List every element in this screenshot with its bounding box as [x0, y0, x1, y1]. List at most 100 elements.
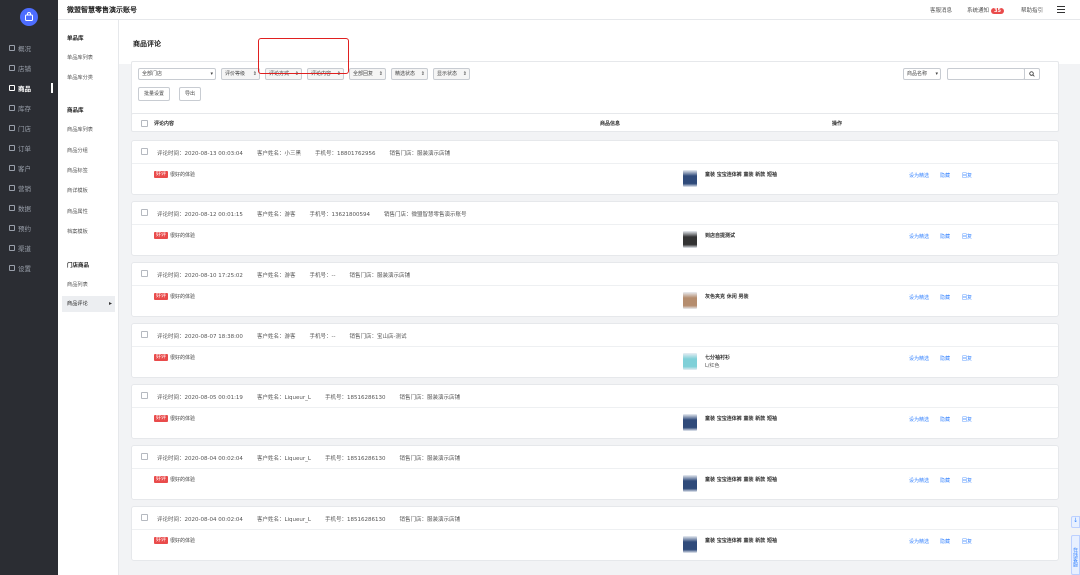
reply-select[interactable]: 全部回复 ⇕ [349, 68, 386, 80]
review-time: 评论时间：2020-08-05 00:01:19 [157, 395, 243, 401]
nav-item-marketing[interactable]: 营销 [0, 181, 58, 195]
product-thumbnail[interactable] [683, 292, 697, 309]
review-store-value: 服装演示店铺 [427, 456, 461, 462]
review-phone-value: 18516286130 [346, 456, 386, 462]
batch-settings-button[interactable]: 批量设置 [138, 87, 171, 101]
reply-button[interactable]: 回复 [962, 172, 972, 179]
nav-item-shop[interactable]: 门店 [0, 121, 58, 135]
system-notice-link[interactable]: 系统通知 35 [967, 6, 1004, 14]
subnav-item-goods-tag[interactable]: 商品标签 [67, 167, 88, 174]
nav-item-customer[interactable]: 客户 [0, 161, 58, 175]
subnav-item-single-list[interactable]: 单品库列表 [67, 54, 93, 61]
review-store: 销售门店：服装演示店铺 [399, 456, 460, 462]
product-name[interactable]: 童装 宝宝连体裤 童装 新款 短袖 [705, 476, 777, 483]
nav-item-order[interactable]: 订单 [0, 141, 58, 155]
sub-nav: 单品库 单品库列表 单品库分类 商品库 商品库列表 商品分组 商品标签 商详模板… [58, 20, 119, 575]
set-featured-button[interactable]: 设为精选 [909, 538, 929, 545]
review-store-label: 销售门店： [399, 517, 427, 523]
subnav-item-store-goods-list[interactable]: 商品列表 [67, 281, 88, 288]
review-time-label: 评论时间： [157, 334, 185, 340]
nav-item-data[interactable]: 数据 [0, 201, 58, 215]
subnav-item-archive-template[interactable]: 档案模板 [67, 228, 88, 235]
rating-select[interactable]: 评价等级 ⇕ [221, 68, 260, 80]
search-input[interactable] [947, 68, 1025, 80]
reply-button[interactable]: 回复 [962, 294, 972, 301]
subnav-item-goods-group[interactable]: 商品分组 [67, 147, 88, 154]
set-featured-button[interactable]: 设为精选 [909, 233, 929, 240]
nav-item-channel[interactable]: 渠道 [0, 241, 58, 255]
product-name[interactable]: 七分袖衬衫 [705, 354, 730, 361]
help-guide-link[interactable]: 帮助指引 [1021, 6, 1043, 14]
subnav-group-single: 单品库 [67, 36, 84, 42]
hamburger-menu-icon[interactable] [1057, 6, 1065, 13]
nav-item-overview[interactable]: 概况 [0, 41, 58, 55]
download-float-button[interactable]: ↓ [1071, 516, 1080, 528]
reply-button[interactable]: 回复 [962, 538, 972, 545]
review-phone: 手机号：18516286130 [325, 456, 386, 462]
review-meta: 评论时间：2020-08-04 00:02:04 客户姓名：Liqueur_L 手机… [157, 515, 474, 523]
product-thumbnail[interactable] [683, 353, 697, 370]
hide-button[interactable]: 隐藏 [940, 294, 950, 301]
brand-logo[interactable] [20, 8, 38, 26]
hide-button[interactable]: 隐藏 [940, 172, 950, 179]
review-checkbox[interactable] [141, 453, 148, 460]
set-featured-button[interactable]: 设为精选 [909, 172, 929, 179]
review-checkbox[interactable] [141, 148, 148, 155]
review-phone-label: 手机号： [309, 334, 332, 340]
set-featured-button[interactable]: 设为精选 [909, 477, 929, 484]
nav-item-booking[interactable]: 预约 [0, 221, 58, 235]
review-card: 评论时间：2020-08-13 00:03:04 客户姓名：小三黑 手机号：1880… [131, 140, 1059, 195]
customer-message-link[interactable]: 客服消息 [930, 6, 952, 14]
subnav-item-goods-attr[interactable]: 商品属性 [67, 208, 88, 215]
subnav-item-goods-list[interactable]: 商品库列表 [67, 126, 93, 133]
set-featured-button[interactable]: 设为精选 [909, 355, 929, 362]
col-header-product: 商品信息 [600, 121, 621, 127]
product-thumbnail[interactable] [683, 231, 697, 248]
subnav-item-detail-template[interactable]: 商详模板 [67, 187, 88, 194]
review-meta: 评论时间：2020-08-04 00:02:04 客户姓名：Liqueur_L 手机… [157, 454, 474, 462]
hide-button[interactable]: 隐藏 [940, 538, 950, 545]
product-thumbnail[interactable] [683, 414, 697, 431]
product-name[interactable]: 童装 宝宝连体裤 童装 新款 短袖 [705, 537, 777, 544]
review-checkbox[interactable] [141, 209, 148, 216]
nav-item-inventory[interactable]: 库存 [0, 101, 58, 115]
review-time-value: 2020-08-10 17:25:02 [184, 273, 243, 279]
online-service-button[interactable]: 在线客服 [1071, 535, 1080, 575]
reply-button[interactable]: 回复 [962, 233, 972, 240]
reply-button[interactable]: 回复 [962, 477, 972, 484]
review-customer-label: 客户姓名： [256, 517, 285, 523]
review-checkbox[interactable] [141, 392, 148, 399]
hide-button[interactable]: 隐藏 [940, 477, 950, 484]
set-featured-button[interactable]: 设为精选 [909, 416, 929, 423]
reply-button[interactable]: 回复 [962, 416, 972, 423]
product-name[interactable]: 到店自提测试 [705, 232, 735, 239]
product-thumbnail[interactable] [683, 536, 697, 553]
featured-select[interactable]: 精选状态 ⇕ [391, 68, 428, 80]
hide-button[interactable]: 隐藏 [940, 416, 950, 423]
store-select[interactable]: 全部门店 ▾ [138, 68, 216, 80]
nav-item-settings[interactable]: 设置 [0, 261, 58, 275]
export-button[interactable]: 导出 [179, 87, 202, 101]
product-thumbnail[interactable] [683, 475, 697, 492]
nav-item-store[interactable]: 店铺 [0, 61, 58, 75]
product-thumbnail[interactable] [683, 170, 697, 187]
hide-button[interactable]: 隐藏 [940, 355, 950, 362]
reply-button[interactable]: 回复 [962, 355, 972, 362]
set-featured-button[interactable]: 设为精选 [909, 294, 929, 301]
select-all-checkbox[interactable] [141, 120, 148, 127]
search-button[interactable] [1024, 68, 1040, 80]
review-time-value: 2020-08-13 00:03:04 [184, 151, 243, 157]
review-checkbox[interactable] [141, 514, 148, 521]
hide-button[interactable]: 隐藏 [940, 233, 950, 240]
subnav-item-goods-review[interactable]: 商品评论 [62, 296, 115, 312]
subnav-item-single-category[interactable]: 单品库分类 [67, 74, 93, 81]
nav-item-goods[interactable]: 商品 [0, 81, 58, 95]
review-checkbox[interactable] [141, 331, 148, 338]
search-type-select[interactable]: 商品名称 ▾ [903, 68, 941, 80]
product-name[interactable]: 灰色夹克 休闲 男装 [705, 293, 748, 300]
product-name[interactable]: 童装 宝宝连体裤 童装 新款 短袖 [705, 415, 777, 422]
review-customer-value: 游客 [284, 212, 296, 218]
display-select[interactable]: 显示状态 ⇕ [433, 68, 470, 80]
review-checkbox[interactable] [141, 270, 148, 277]
product-name[interactable]: 童装 宝宝连体裤 童装 新款 短袖 [705, 171, 777, 178]
